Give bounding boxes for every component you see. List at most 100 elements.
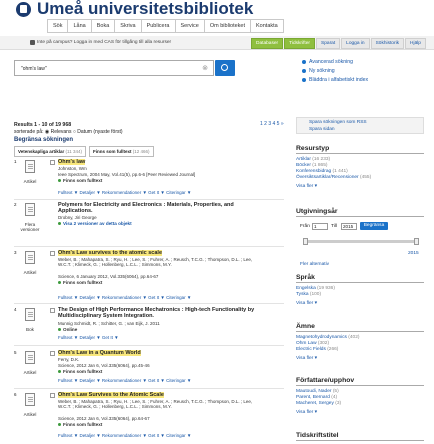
tab-tidskrifter[interactable]: Tidskrifter	[284, 38, 316, 49]
result-item: 4 Bok The Design of High Performance Mec…	[14, 307, 284, 347]
show-more-link[interactable]: Visa fler ▾	[296, 184, 424, 189]
advanced-search-link[interactable]: Avancerad sökning	[302, 59, 368, 65]
tab-sokhistorik[interactable]: Sökhistorik	[370, 38, 405, 49]
facet-tidskriftstitel: Tidskriftstitel	[296, 432, 424, 444]
result-number: 6	[14, 392, 17, 397]
result-author: Weber, B. ; Mahapatra, S. ; Ryu, H. ; Le…	[58, 257, 253, 267]
availability-status[interactable]: Finns som fulltext	[58, 422, 102, 427]
pagination[interactable]: 1 2 3 4 5 »	[260, 121, 284, 127]
chip-fulltext[interactable]: Finns som fulltext (12 466)	[88, 146, 154, 157]
result-type: Artikel	[23, 370, 37, 375]
nav-sok[interactable]: Sök	[47, 19, 68, 33]
availability-status[interactable]: Finns som fulltext	[58, 369, 102, 374]
versions-link[interactable]: Visa 2 versioner av detta objekt	[58, 221, 132, 226]
result-title[interactable]: Ohm's Law Survives to the Atomic Scale	[58, 392, 258, 398]
select-checkbox[interactable]	[50, 251, 55, 256]
year-to-label: Till	[331, 224, 337, 229]
result-actions[interactable]: Fulltext ▼ Detaljer ▼ Rekommendationer ▼…	[58, 295, 191, 300]
result-item: 5 Artikel Ohm's Law in a Quantum World F…	[14, 350, 284, 390]
result-type: Artikel	[23, 179, 37, 184]
search-input[interactable]: "ohm's law" ⊗	[14, 60, 214, 76]
browse-index-link[interactable]: Bläddra i alfabetiskt index	[302, 77, 368, 83]
result-item: 1 Artikel Ohm's law Johnston, Wm Ieee Sp…	[14, 159, 284, 201]
result-title[interactable]: Ohm's Law survives to the atomic scale	[58, 250, 258, 256]
year-from-label: Från	[300, 224, 310, 229]
facet-resurstyp: Resurstyp Artiklar (16 233) Böcker (1 86…	[296, 145, 424, 189]
year-from-input[interactable]: 1	[312, 223, 328, 230]
site-title[interactable]: Umeå universitetsbibliotek	[37, 0, 253, 19]
tab-hjalp[interactable]: Hjälp	[405, 38, 426, 49]
select-checkbox[interactable]	[50, 393, 55, 398]
tab-sparat[interactable]: Sparat	[316, 38, 341, 49]
availability-status[interactable]: Online	[58, 327, 77, 332]
campus-login-text[interactable]: Inte på campus? Logga in med CAS för til…	[37, 40, 171, 45]
result-author: Johnston, Wm	[58, 166, 87, 171]
nav-service[interactable]: Service	[174, 19, 204, 33]
result-author: Weber, B. ; Mahapatra, S. ; Ryu, H. ; Le…	[58, 399, 253, 409]
search-button[interactable]	[215, 60, 235, 76]
facet-heading: Ämne	[296, 323, 424, 332]
result-actions[interactable]: Fulltext ▼ Detaljer ▼ Rekommendationer ▼…	[58, 190, 191, 195]
result-title[interactable]: Ohm's Law in a Quantum World	[58, 350, 258, 356]
more-options-link[interactable]: Fler alternativ	[300, 262, 329, 267]
utility-tabs: Databaser Tidskrifter Sparat Logga in Sö…	[250, 38, 426, 49]
result-actions[interactable]: Fulltext ▼ Detaljer ▼ Rekommendationer ▼…	[58, 433, 191, 438]
select-checkbox[interactable]	[50, 160, 55, 165]
save-panel: Spara sökningen som RSS Spara sidan	[296, 117, 424, 134]
year-to-input[interactable]: 2015	[341, 223, 357, 230]
facet-heading: Tidskriftstitel	[296, 432, 424, 441]
tab-databaser[interactable]: Databaser	[251, 38, 284, 49]
result-author: Drobny, Jiri George	[58, 215, 97, 220]
facet-option[interactable]: Electric Fields (266)	[296, 347, 424, 353]
result-actions[interactable]: Fulltext ▼ Detaljer ▼ Rekommendationer ▼…	[58, 378, 191, 383]
show-more-link[interactable]: Visa fler ▾	[296, 410, 424, 415]
result-number: 2	[14, 202, 17, 207]
nav-kontakta[interactable]: Kontakta	[250, 19, 284, 33]
nav-om-biblioteket[interactable]: Om biblioteket	[203, 19, 250, 33]
result-actions[interactable]: Fulltext ▼ Detaljer ▼ Get It ▼	[58, 335, 119, 340]
university-logo-icon[interactable]	[16, 2, 31, 17]
facet-option[interactable]: Tyska (100)	[296, 292, 424, 298]
show-more-link[interactable]: Visa fler ▾	[296, 356, 424, 361]
nav-skriva[interactable]: Skriva	[114, 19, 141, 33]
sort-options[interactable]: sorterade på: ◉ Relevans ○ Datum (nyaste…	[14, 129, 123, 135]
nav-lana[interactable]: Låna	[67, 19, 91, 33]
result-author: Ferry, D.K.	[58, 357, 80, 362]
divider	[14, 199, 284, 200]
facet-option[interactable]: Macheret, Sergey (3)	[296, 401, 424, 407]
availability-status[interactable]: Finns som fulltext	[58, 178, 102, 183]
save-rss-link[interactable]: Spara sökningen som RSS	[309, 120, 423, 125]
nav-publicera[interactable]: Publicera	[140, 19, 175, 33]
nav-boka[interactable]: Boka	[90, 19, 115, 33]
year-max-label: 2015	[408, 251, 419, 256]
new-search-link[interactable]: Ny sökning	[302, 68, 368, 74]
apply-year-button[interactable]: Begränsa	[360, 222, 388, 230]
select-checkbox[interactable]	[50, 351, 55, 356]
facet-option[interactable]: Översiktsartiklar/Recensioner (455)	[296, 175, 424, 181]
result-title[interactable]: Ohm's law	[58, 159, 258, 165]
result-type: Artikel	[23, 270, 37, 275]
select-checkbox[interactable]	[50, 308, 55, 313]
facet-amne: Ämne Magnetohydrodynamics (402) Ohm Law …	[296, 323, 424, 361]
save-page-link[interactable]: Spara sidan	[309, 127, 423, 132]
chip-peer-reviewed[interactable]: Vetenskapliga artiklar (11 344)	[14, 146, 86, 157]
result-title[interactable]: The Design of High Performance Mechatron…	[58, 307, 258, 319]
result-number: 1	[14, 159, 17, 164]
divider	[14, 246, 284, 247]
result-number: 5	[14, 350, 17, 355]
clear-icon[interactable]: ⊗	[202, 64, 208, 72]
result-item: 2 Flera versioner Polymers for Electrici…	[14, 202, 284, 244]
result-title[interactable]: Polymers for Electricity and Electronics…	[58, 202, 258, 214]
book-icon	[25, 308, 35, 321]
result-source: Ieee Spectrum, 2004 May, Vol.41(5), pp.6…	[58, 172, 196, 177]
show-more-link[interactable]: Visa fler ▾	[296, 301, 424, 306]
facet-heading: Språk	[296, 274, 424, 283]
refine-heading: Begränsa sökningen	[14, 137, 74, 143]
divider	[14, 345, 284, 346]
availability-status[interactable]: Finns som fulltext	[58, 280, 102, 285]
year-slider[interactable]	[303, 238, 419, 245]
refine-chips: Vetenskapliga artiklar (11 344) Finns so…	[14, 146, 157, 157]
tab-logga-in[interactable]: Logga in	[341, 38, 370, 49]
result-item: 6 Artikel Ohm's Law Survives to the Atom…	[14, 392, 284, 440]
article-icon	[25, 251, 35, 264]
